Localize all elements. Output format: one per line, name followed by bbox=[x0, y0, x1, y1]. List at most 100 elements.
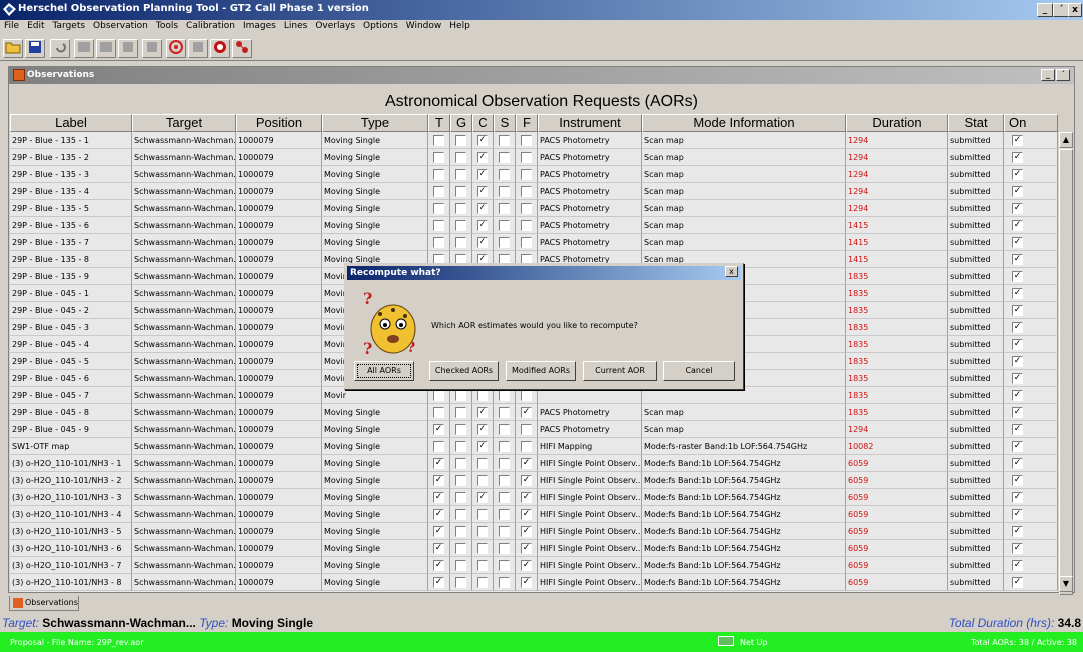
menu-observation[interactable]: Observation bbox=[89, 20, 152, 32]
checkbox[interactable] bbox=[499, 169, 510, 180]
checkbox[interactable] bbox=[433, 390, 444, 401]
table-row[interactable]: 29P - Blue - 045 - 9 Schwassmann-Wachman.… bbox=[10, 421, 1058, 438]
menu-help[interactable]: Help bbox=[445, 20, 474, 32]
checkbox[interactable]: ✓ bbox=[521, 475, 532, 486]
checkbox[interactable]: ✓ bbox=[477, 237, 488, 248]
table-row[interactable]: SW1-OTF map Schwassmann-Wachman... 1000079… bbox=[10, 438, 1058, 455]
table-scrollbar[interactable]: ▲ ▼ bbox=[1059, 132, 1073, 595]
checkbox[interactable] bbox=[499, 186, 510, 197]
disabled-tool-icon-3[interactable] bbox=[118, 39, 138, 58]
scroll-thumb[interactable] bbox=[1059, 149, 1073, 595]
checkbox[interactable] bbox=[455, 390, 466, 401]
checkbox[interactable]: ✓ bbox=[521, 543, 532, 554]
checkbox[interactable] bbox=[455, 509, 466, 520]
network-icon[interactable] bbox=[232, 39, 252, 58]
table-row[interactable]: 29P - Blue - 135 - 3 Schwassmann-Wachman.… bbox=[10, 166, 1058, 183]
col-on[interactable]: On bbox=[1004, 114, 1058, 132]
checkbox[interactable] bbox=[455, 560, 466, 571]
table-row[interactable]: (3) o-H2O_110-101/NH3 - 3 Schwassmann-Wac… bbox=[10, 489, 1058, 506]
table-row[interactable]: 29P - Blue - 135 - 7 Schwassmann-Wachman.… bbox=[10, 234, 1058, 251]
checkbox[interactable]: ✓ bbox=[1012, 152, 1023, 163]
table-row[interactable]: 29P - Blue - 135 - 2 Schwassmann-Wachman.… bbox=[10, 149, 1058, 166]
close-button[interactable]: x bbox=[1068, 3, 1082, 17]
cancel-button[interactable]: Cancel bbox=[663, 361, 735, 381]
checkbox[interactable] bbox=[455, 526, 466, 537]
checkbox[interactable] bbox=[521, 220, 532, 231]
checkbox[interactable] bbox=[433, 441, 444, 452]
checkbox[interactable]: ✓ bbox=[433, 577, 444, 588]
frame-minimize-button[interactable]: _ bbox=[1041, 69, 1055, 81]
checkbox[interactable]: ✓ bbox=[1012, 492, 1023, 503]
checkbox[interactable] bbox=[455, 577, 466, 588]
checkbox[interactable]: ✓ bbox=[1012, 458, 1023, 469]
menu-targets[interactable]: Targets bbox=[49, 20, 90, 32]
checkbox[interactable] bbox=[455, 135, 466, 146]
checkbox[interactable]: ✓ bbox=[433, 526, 444, 537]
table-row[interactable]: (3) o-H2O_110-101/NH3 - 4 Schwassmann-Wac… bbox=[10, 506, 1058, 523]
checkbox[interactable]: ✓ bbox=[1012, 390, 1023, 401]
checkbox[interactable] bbox=[455, 458, 466, 469]
save-icon[interactable] bbox=[25, 39, 45, 58]
checkbox[interactable] bbox=[499, 543, 510, 554]
table-row[interactable]: (3) o-H2O_110-101/NH3 - 6 Schwassmann-Wac… bbox=[10, 540, 1058, 557]
col-g[interactable]: G bbox=[450, 114, 472, 132]
checkbox[interactable] bbox=[499, 135, 510, 146]
checkbox[interactable]: ✓ bbox=[477, 220, 488, 231]
checkbox[interactable] bbox=[455, 152, 466, 163]
checkbox[interactable]: ✓ bbox=[433, 475, 444, 486]
checkbox[interactable] bbox=[433, 203, 444, 214]
all-aors-button[interactable]: All AORs bbox=[354, 361, 414, 381]
checkbox[interactable] bbox=[433, 169, 444, 180]
disabled-tool-icon-5[interactable] bbox=[188, 39, 208, 58]
checkbox[interactable] bbox=[499, 441, 510, 452]
checkbox[interactable]: ✓ bbox=[1012, 475, 1023, 486]
minimize-button[interactable]: _ bbox=[1037, 3, 1053, 17]
col-position[interactable]: Position bbox=[236, 114, 322, 132]
checkbox[interactable]: ✓ bbox=[433, 543, 444, 554]
checkbox[interactable]: ✓ bbox=[1012, 577, 1023, 588]
checkbox[interactable]: ✓ bbox=[521, 407, 532, 418]
checkbox[interactable]: ✓ bbox=[433, 492, 444, 503]
checkbox[interactable] bbox=[433, 220, 444, 231]
menu-overlays[interactable]: Overlays bbox=[311, 20, 359, 32]
checkbox[interactable]: ✓ bbox=[1012, 254, 1023, 265]
menu-lines[interactable]: Lines bbox=[280, 20, 311, 32]
checkbox[interactable]: ✓ bbox=[1012, 169, 1023, 180]
checkbox[interactable]: ✓ bbox=[1012, 526, 1023, 537]
checkbox[interactable] bbox=[455, 220, 466, 231]
checkbox[interactable]: ✓ bbox=[433, 509, 444, 520]
checkbox[interactable] bbox=[521, 237, 532, 248]
checkbox[interactable] bbox=[521, 169, 532, 180]
checkbox[interactable] bbox=[433, 237, 444, 248]
checked-aors-button[interactable]: Checked AORs bbox=[429, 361, 499, 381]
checkbox[interactable] bbox=[455, 424, 466, 435]
checkbox[interactable] bbox=[455, 186, 466, 197]
table-row[interactable]: 29P - Blue - 045 - 8 Schwassmann-Wachman.… bbox=[10, 404, 1058, 421]
maximize-button[interactable]: ´ bbox=[1053, 3, 1069, 17]
col-type[interactable]: Type bbox=[322, 114, 428, 132]
checkbox[interactable] bbox=[499, 526, 510, 537]
checkbox[interactable] bbox=[477, 526, 488, 537]
table-row[interactable]: (3) o-H2O_110-101/NH3 - 2 Schwassmann-Wac… bbox=[10, 472, 1058, 489]
checkbox[interactable]: ✓ bbox=[521, 560, 532, 571]
col-stat[interactable]: Stat bbox=[948, 114, 1004, 132]
undo-icon[interactable] bbox=[50, 39, 70, 58]
checkbox[interactable] bbox=[499, 458, 510, 469]
checkbox[interactable]: ✓ bbox=[433, 424, 444, 435]
checkbox[interactable]: ✓ bbox=[1012, 305, 1023, 316]
checkbox[interactable] bbox=[455, 407, 466, 418]
scroll-up-arrow[interactable]: ▲ bbox=[1059, 132, 1073, 148]
checkbox[interactable]: ✓ bbox=[521, 492, 532, 503]
table-row[interactable]: (3) o-H2O_110-101/NH3 - 5 Schwassmann-Wac… bbox=[10, 523, 1058, 540]
checkbox[interactable] bbox=[499, 492, 510, 503]
checkbox[interactable]: ✓ bbox=[521, 526, 532, 537]
checkbox[interactable] bbox=[477, 458, 488, 469]
checkbox[interactable] bbox=[499, 577, 510, 588]
checkbox[interactable]: ✓ bbox=[1012, 509, 1023, 520]
checkbox[interactable] bbox=[477, 577, 488, 588]
col-instrument[interactable]: Instrument bbox=[538, 114, 642, 132]
checkbox[interactable] bbox=[433, 152, 444, 163]
table-row[interactable]: (3) o-H2O_110-101/NH3 - 7 Schwassmann-Wac… bbox=[10, 557, 1058, 574]
checkbox[interactable] bbox=[521, 441, 532, 452]
checkbox[interactable]: ✓ bbox=[1012, 560, 1023, 571]
